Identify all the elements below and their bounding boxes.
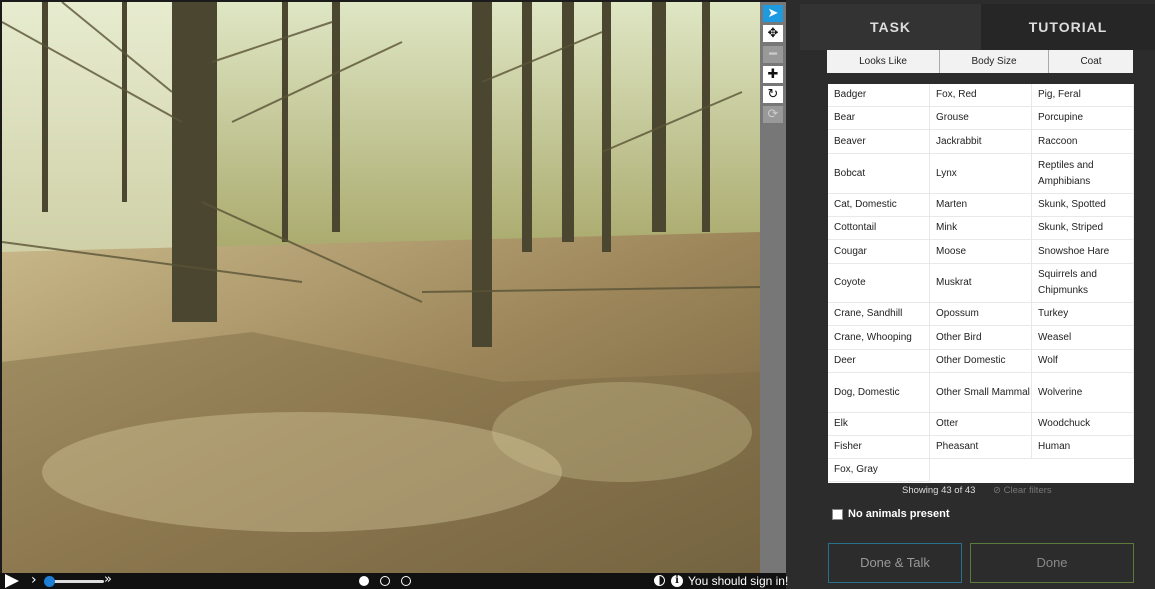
species-option[interactable]: Pig, Feral bbox=[1032, 84, 1134, 107]
select-tool-icon[interactable]: ➤ bbox=[763, 5, 783, 22]
subject-viewer: ➤ ✥ ━ ✚ ↻ ⟳ › » i You should sign in! bbox=[0, 0, 788, 589]
zoom-out-icon[interactable]: ━ bbox=[763, 46, 783, 63]
tab-tutorial[interactable]: TUTORIAL bbox=[981, 4, 1155, 50]
species-option[interactable]: Squirrels and Chipmunks bbox=[1032, 264, 1134, 303]
species-option[interactable]: Deer bbox=[828, 350, 930, 373]
move-tool-icon[interactable]: ✥ bbox=[763, 25, 783, 42]
speed-slider[interactable] bbox=[48, 580, 104, 583]
species-option[interactable]: Human bbox=[1032, 436, 1134, 459]
step-forward-icon[interactable]: › bbox=[31, 572, 37, 588]
species-option[interactable]: Wolf bbox=[1032, 350, 1134, 373]
species-option[interactable]: Dog, Domestic bbox=[828, 373, 930, 413]
species-option[interactable]: Elk bbox=[828, 413, 930, 436]
species-option[interactable]: Moose bbox=[930, 240, 1032, 264]
play-icon[interactable] bbox=[5, 574, 19, 588]
species-count: Showing 43 of 43 bbox=[902, 485, 976, 496]
species-option[interactable]: Cat, Domestic bbox=[828, 194, 930, 217]
species-option[interactable]: Muskrat bbox=[930, 264, 1032, 303]
species-option[interactable]: Opossum bbox=[930, 303, 1032, 326]
clear-filters-link[interactable]: ⊘ Clear filters bbox=[993, 485, 1052, 496]
filter-looks-like[interactable]: Looks Like bbox=[827, 50, 940, 73]
species-option[interactable]: Cottontail bbox=[828, 217, 930, 240]
viewer-toolbar: ➤ ✥ ━ ✚ ↻ ⟳ bbox=[760, 2, 786, 573]
species-option[interactable]: Fisher bbox=[828, 436, 930, 459]
species-option[interactable]: Marten bbox=[930, 194, 1032, 217]
species-option[interactable]: Reptiles and Amphibians bbox=[1032, 154, 1134, 194]
species-option[interactable]: Wolverine bbox=[1032, 373, 1134, 413]
species-option[interactable]: Bobcat bbox=[828, 154, 930, 194]
species-option[interactable]: Other Domestic bbox=[930, 350, 1032, 373]
species-option[interactable]: Crane, Sandhill bbox=[828, 303, 930, 326]
species-option[interactable]: Woodchuck bbox=[1032, 413, 1134, 436]
species-option[interactable]: Weasel bbox=[1032, 326, 1134, 350]
frame-dot-1[interactable] bbox=[359, 576, 369, 586]
contrast-icon[interactable] bbox=[654, 575, 665, 586]
no-animals-label[interactable]: No animals present bbox=[848, 508, 949, 520]
camera-trap-image[interactable] bbox=[2, 2, 760, 573]
species-option[interactable]: Pheasant bbox=[930, 436, 1032, 459]
frame-dot-2[interactable] bbox=[380, 576, 390, 586]
reset-icon[interactable]: ⟳ bbox=[763, 106, 783, 123]
species-option[interactable]: Porcupine bbox=[1032, 107, 1134, 130]
playback-controls: › » i You should sign in! bbox=[0, 572, 788, 589]
species-list: Badger Bear Beaver Bobcat Cat, Domestic Cotto… bbox=[828, 84, 1134, 483]
filter-coat[interactable]: Coat bbox=[1049, 50, 1133, 73]
species-option[interactable]: Skunk, Striped bbox=[1032, 217, 1134, 240]
done-button[interactable]: Done bbox=[970, 543, 1134, 583]
frame-dot-3[interactable] bbox=[401, 576, 411, 586]
species-option[interactable]: Raccoon bbox=[1032, 130, 1134, 154]
species-option[interactable]: Turkey bbox=[1032, 303, 1134, 326]
info-icon[interactable]: i bbox=[671, 575, 683, 587]
species-option[interactable]: Lynx bbox=[930, 154, 1032, 194]
species-option[interactable]: Fox, Red bbox=[930, 84, 1032, 107]
speed-slider-handle[interactable] bbox=[44, 576, 55, 587]
species-option[interactable]: Badger bbox=[828, 84, 930, 107]
species-option[interactable]: Coyote bbox=[828, 264, 930, 303]
species-option[interactable]: Jackrabbit bbox=[930, 130, 1032, 154]
species-option[interactable]: Other Small Mammal bbox=[930, 373, 1032, 413]
species-option[interactable]: Grouse bbox=[930, 107, 1032, 130]
rotate-icon[interactable]: ↻ bbox=[763, 86, 783, 103]
tab-task[interactable]: TASK bbox=[800, 4, 981, 50]
done-and-talk-button[interactable]: Done & Talk bbox=[828, 543, 962, 583]
sign-in-notice[interactable]: You should sign in! bbox=[688, 574, 788, 588]
species-option[interactable]: Cougar bbox=[828, 240, 930, 264]
species-option[interactable]: Fox, Gray bbox=[828, 459, 930, 482]
filter-bar: Looks Like Body Size Coat bbox=[827, 50, 1133, 73]
filter-body-size[interactable]: Body Size bbox=[940, 50, 1049, 73]
species-option[interactable]: Other Bird bbox=[930, 326, 1032, 350]
species-option[interactable]: Bear bbox=[828, 107, 930, 130]
species-option[interactable]: Skunk, Spotted bbox=[1032, 194, 1134, 217]
zoom-in-icon[interactable]: ✚ bbox=[763, 66, 783, 83]
species-option[interactable]: Crane, Whooping bbox=[828, 326, 930, 350]
species-option[interactable]: Snowshoe Hare bbox=[1032, 240, 1134, 264]
species-option[interactable]: Otter bbox=[930, 413, 1032, 436]
task-panel: TASK TUTORIAL Looks Like Body Size Coat … bbox=[800, 0, 1155, 589]
fast-forward-icon[interactable]: » bbox=[104, 572, 112, 587]
species-option[interactable]: Beaver bbox=[828, 130, 930, 154]
species-option[interactable]: Mink bbox=[930, 217, 1032, 240]
no-animals-checkbox[interactable] bbox=[832, 509, 843, 520]
